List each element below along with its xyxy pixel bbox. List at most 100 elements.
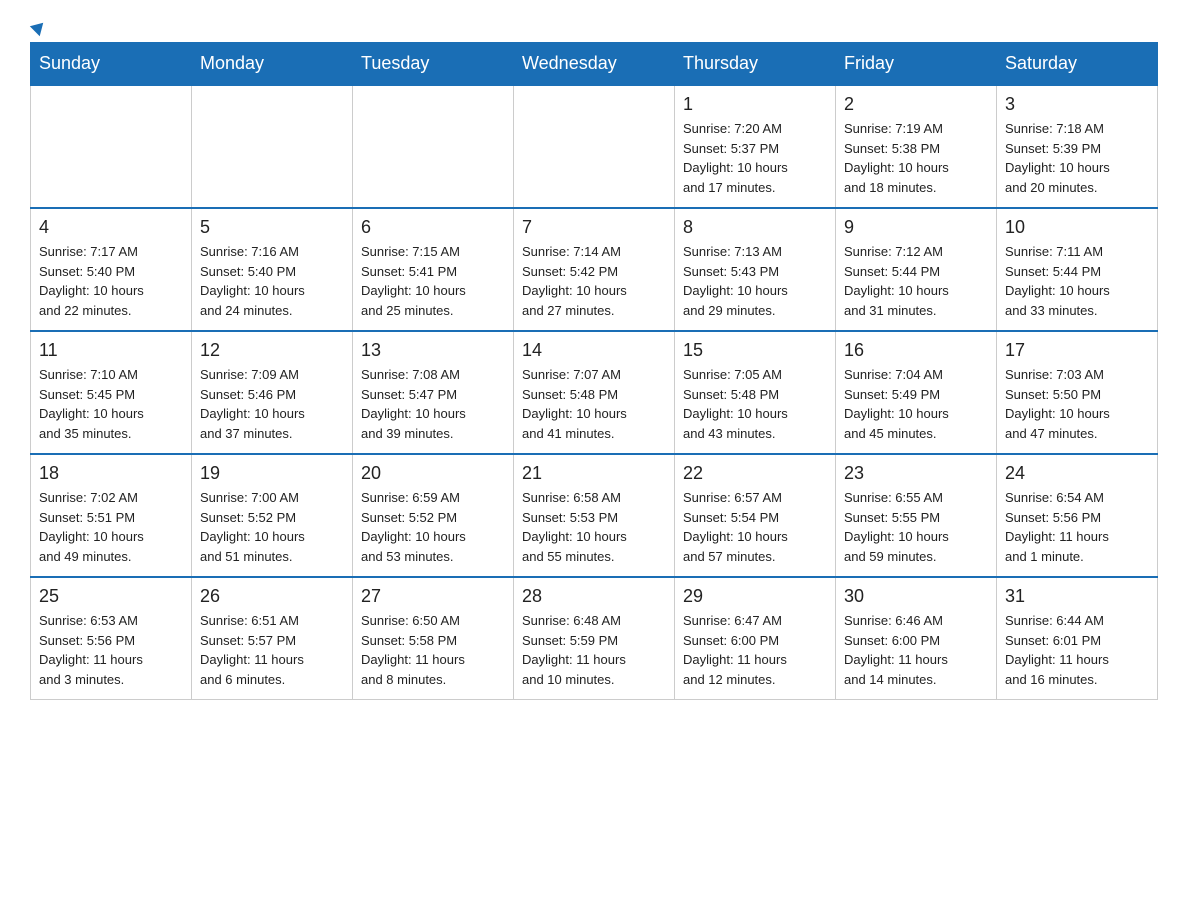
day-number: 3 [1005, 94, 1149, 115]
day-number: 25 [39, 586, 183, 607]
day-info: Sunrise: 6:58 AM Sunset: 5:53 PM Dayligh… [522, 488, 666, 566]
calendar-cell: 22 Sunrise: 6:57 AM Sunset: 5:54 PM Dayli… [675, 454, 836, 577]
day-info: Sunrise: 7:12 AM Sunset: 5:44 PM Dayligh… [844, 242, 988, 320]
calendar-cell: 31 Sunrise: 6:44 AM Sunset: 6:01 PM Dayli… [997, 577, 1158, 700]
calendar-cell: 15Sunrise: 7:05 AM Sunset: 5:48 PM Dayli… [675, 331, 836, 454]
calendar-cell: 4 Sunrise: 7:17 AM Sunset: 5:40 PM Daylig… [31, 208, 192, 331]
day-info: Sunrise: 7:20 AM Sunset: 5:37 PM Dayligh… [683, 119, 827, 197]
day-info: Sunrise: 6:44 AM Sunset: 6:01 PM Dayligh… [1005, 611, 1149, 689]
day-number: 20 [361, 463, 505, 484]
day-number: 28 [522, 586, 666, 607]
calendar-cell: 26 Sunrise: 6:51 AM Sunset: 5:57 PM Dayli… [192, 577, 353, 700]
day-info: Sunrise: 7:14 AM Sunset: 5:42 PM Dayligh… [522, 242, 666, 320]
calendar-cell [31, 85, 192, 208]
day-info: Sunrise: 7:00 AM Sunset: 5:52 PM Dayligh… [200, 488, 344, 566]
day-number: 5 [200, 217, 344, 238]
calendar-cell: 29Sunrise: 6:47 AM Sunset: 6:00 PM Dayli… [675, 577, 836, 700]
day-number: 16 [844, 340, 988, 361]
calendar-table: SundayMondayTuesdayWednesdayThursdayFrid… [30, 42, 1158, 700]
day-number: 9 [844, 217, 988, 238]
day-number: 30 [844, 586, 988, 607]
calendar-week-5: 25 Sunrise: 6:53 AM Sunset: 5:56 PM Dayli… [31, 577, 1158, 700]
day-number: 21 [522, 463, 666, 484]
day-info: Sunrise: 7:11 AM Sunset: 5:44 PM Dayligh… [1005, 242, 1149, 320]
day-number: 27 [361, 586, 505, 607]
calendar-cell [353, 85, 514, 208]
day-number: 10 [1005, 217, 1149, 238]
day-number: 18 [39, 463, 183, 484]
logo [30, 20, 45, 32]
calendar-cell: 7 Sunrise: 7:14 AM Sunset: 5:42 PM Daylig… [514, 208, 675, 331]
day-info: Sunrise: 6:57 AM Sunset: 5:54 PM Dayligh… [683, 488, 827, 566]
day-info: Sunrise: 6:51 AM Sunset: 5:57 PM Dayligh… [200, 611, 344, 689]
calendar-cell: 1 Sunrise: 7:20 AM Sunset: 5:37 PM Daylig… [675, 85, 836, 208]
day-info: Sunrise: 6:59 AM Sunset: 5:52 PM Dayligh… [361, 488, 505, 566]
day-info: Sunrise: 7:07 AM Sunset: 5:48 PM Dayligh… [522, 365, 666, 443]
calendar-cell: 18 Sunrise: 7:02 AM Sunset: 5:51 PM Dayli… [31, 454, 192, 577]
calendar-cell: 19Sunrise: 7:00 AM Sunset: 5:52 PM Dayli… [192, 454, 353, 577]
calendar-cell: 16 Sunrise: 7:04 AM Sunset: 5:49 PM Dayli… [836, 331, 997, 454]
day-number: 13 [361, 340, 505, 361]
day-info: Sunrise: 7:19 AM Sunset: 5:38 PM Dayligh… [844, 119, 988, 197]
calendar-cell [192, 85, 353, 208]
calendar-cell: 11Sunrise: 7:10 AM Sunset: 5:45 PM Dayli… [31, 331, 192, 454]
calendar-cell: 12 Sunrise: 7:09 AM Sunset: 5:46 PM Dayli… [192, 331, 353, 454]
calendar-header-friday: Friday [836, 43, 997, 86]
day-number: 2 [844, 94, 988, 115]
calendar-cell: 6Sunrise: 7:15 AM Sunset: 5:41 PM Daylig… [353, 208, 514, 331]
day-number: 7 [522, 217, 666, 238]
logo-triangle-icon [30, 18, 48, 36]
calendar-cell: 17 Sunrise: 7:03 AM Sunset: 5:50 PM Dayli… [997, 331, 1158, 454]
day-number: 1 [683, 94, 827, 115]
calendar-cell: 25 Sunrise: 6:53 AM Sunset: 5:56 PM Dayli… [31, 577, 192, 700]
calendar-cell: 23Sunrise: 6:55 AM Sunset: 5:55 PM Dayli… [836, 454, 997, 577]
day-info: Sunrise: 6:54 AM Sunset: 5:56 PM Dayligh… [1005, 488, 1149, 566]
calendar-header-thursday: Thursday [675, 43, 836, 86]
day-number: 31 [1005, 586, 1149, 607]
day-info: Sunrise: 6:46 AM Sunset: 6:00 PM Dayligh… [844, 611, 988, 689]
calendar-cell: 24Sunrise: 6:54 AM Sunset: 5:56 PM Dayli… [997, 454, 1158, 577]
day-info: Sunrise: 6:53 AM Sunset: 5:56 PM Dayligh… [39, 611, 183, 689]
day-info: Sunrise: 7:05 AM Sunset: 5:48 PM Dayligh… [683, 365, 827, 443]
day-info: Sunrise: 7:17 AM Sunset: 5:40 PM Dayligh… [39, 242, 183, 320]
calendar-cell: 5Sunrise: 7:16 AM Sunset: 5:40 PM Daylig… [192, 208, 353, 331]
calendar-header-row: SundayMondayTuesdayWednesdayThursdayFrid… [31, 43, 1158, 86]
day-info: Sunrise: 7:08 AM Sunset: 5:47 PM Dayligh… [361, 365, 505, 443]
calendar-cell: 9 Sunrise: 7:12 AM Sunset: 5:44 PM Daylig… [836, 208, 997, 331]
day-info: Sunrise: 7:18 AM Sunset: 5:39 PM Dayligh… [1005, 119, 1149, 197]
day-number: 11 [39, 340, 183, 361]
day-number: 17 [1005, 340, 1149, 361]
calendar-cell: 28 Sunrise: 6:48 AM Sunset: 5:59 PM Dayli… [514, 577, 675, 700]
day-info: Sunrise: 7:13 AM Sunset: 5:43 PM Dayligh… [683, 242, 827, 320]
calendar-cell: 10 Sunrise: 7:11 AM Sunset: 5:44 PM Dayli… [997, 208, 1158, 331]
calendar-header-tuesday: Tuesday [353, 43, 514, 86]
day-info: Sunrise: 7:04 AM Sunset: 5:49 PM Dayligh… [844, 365, 988, 443]
day-info: Sunrise: 7:09 AM Sunset: 5:46 PM Dayligh… [200, 365, 344, 443]
day-info: Sunrise: 7:02 AM Sunset: 5:51 PM Dayligh… [39, 488, 183, 566]
calendar-header-wednesday: Wednesday [514, 43, 675, 86]
calendar-header-saturday: Saturday [997, 43, 1158, 86]
calendar-cell: 14 Sunrise: 7:07 AM Sunset: 5:48 PM Dayli… [514, 331, 675, 454]
day-number: 22 [683, 463, 827, 484]
calendar-cell: 13 Sunrise: 7:08 AM Sunset: 5:47 PM Dayli… [353, 331, 514, 454]
calendar-week-3: 11Sunrise: 7:10 AM Sunset: 5:45 PM Dayli… [31, 331, 1158, 454]
calendar-week-1: 1 Sunrise: 7:20 AM Sunset: 5:37 PM Daylig… [31, 85, 1158, 208]
calendar-cell: 8 Sunrise: 7:13 AM Sunset: 5:43 PM Daylig… [675, 208, 836, 331]
calendar-cell [514, 85, 675, 208]
calendar-cell: 3 Sunrise: 7:18 AM Sunset: 5:39 PM Daylig… [997, 85, 1158, 208]
calendar-cell: 27 Sunrise: 6:50 AM Sunset: 5:58 PM Dayli… [353, 577, 514, 700]
day-number: 14 [522, 340, 666, 361]
day-number: 29 [683, 586, 827, 607]
day-number: 6 [361, 217, 505, 238]
day-info: Sunrise: 6:50 AM Sunset: 5:58 PM Dayligh… [361, 611, 505, 689]
day-number: 4 [39, 217, 183, 238]
day-number: 23 [844, 463, 988, 484]
calendar-week-4: 18 Sunrise: 7:02 AM Sunset: 5:51 PM Dayli… [31, 454, 1158, 577]
day-number: 12 [200, 340, 344, 361]
day-info: Sunrise: 6:48 AM Sunset: 5:59 PM Dayligh… [522, 611, 666, 689]
day-number: 8 [683, 217, 827, 238]
calendar-cell: 20 Sunrise: 6:59 AM Sunset: 5:52 PM Dayli… [353, 454, 514, 577]
day-info: Sunrise: 7:03 AM Sunset: 5:50 PM Dayligh… [1005, 365, 1149, 443]
day-number: 26 [200, 586, 344, 607]
calendar-cell: 2 Sunrise: 7:19 AM Sunset: 5:38 PM Daylig… [836, 85, 997, 208]
